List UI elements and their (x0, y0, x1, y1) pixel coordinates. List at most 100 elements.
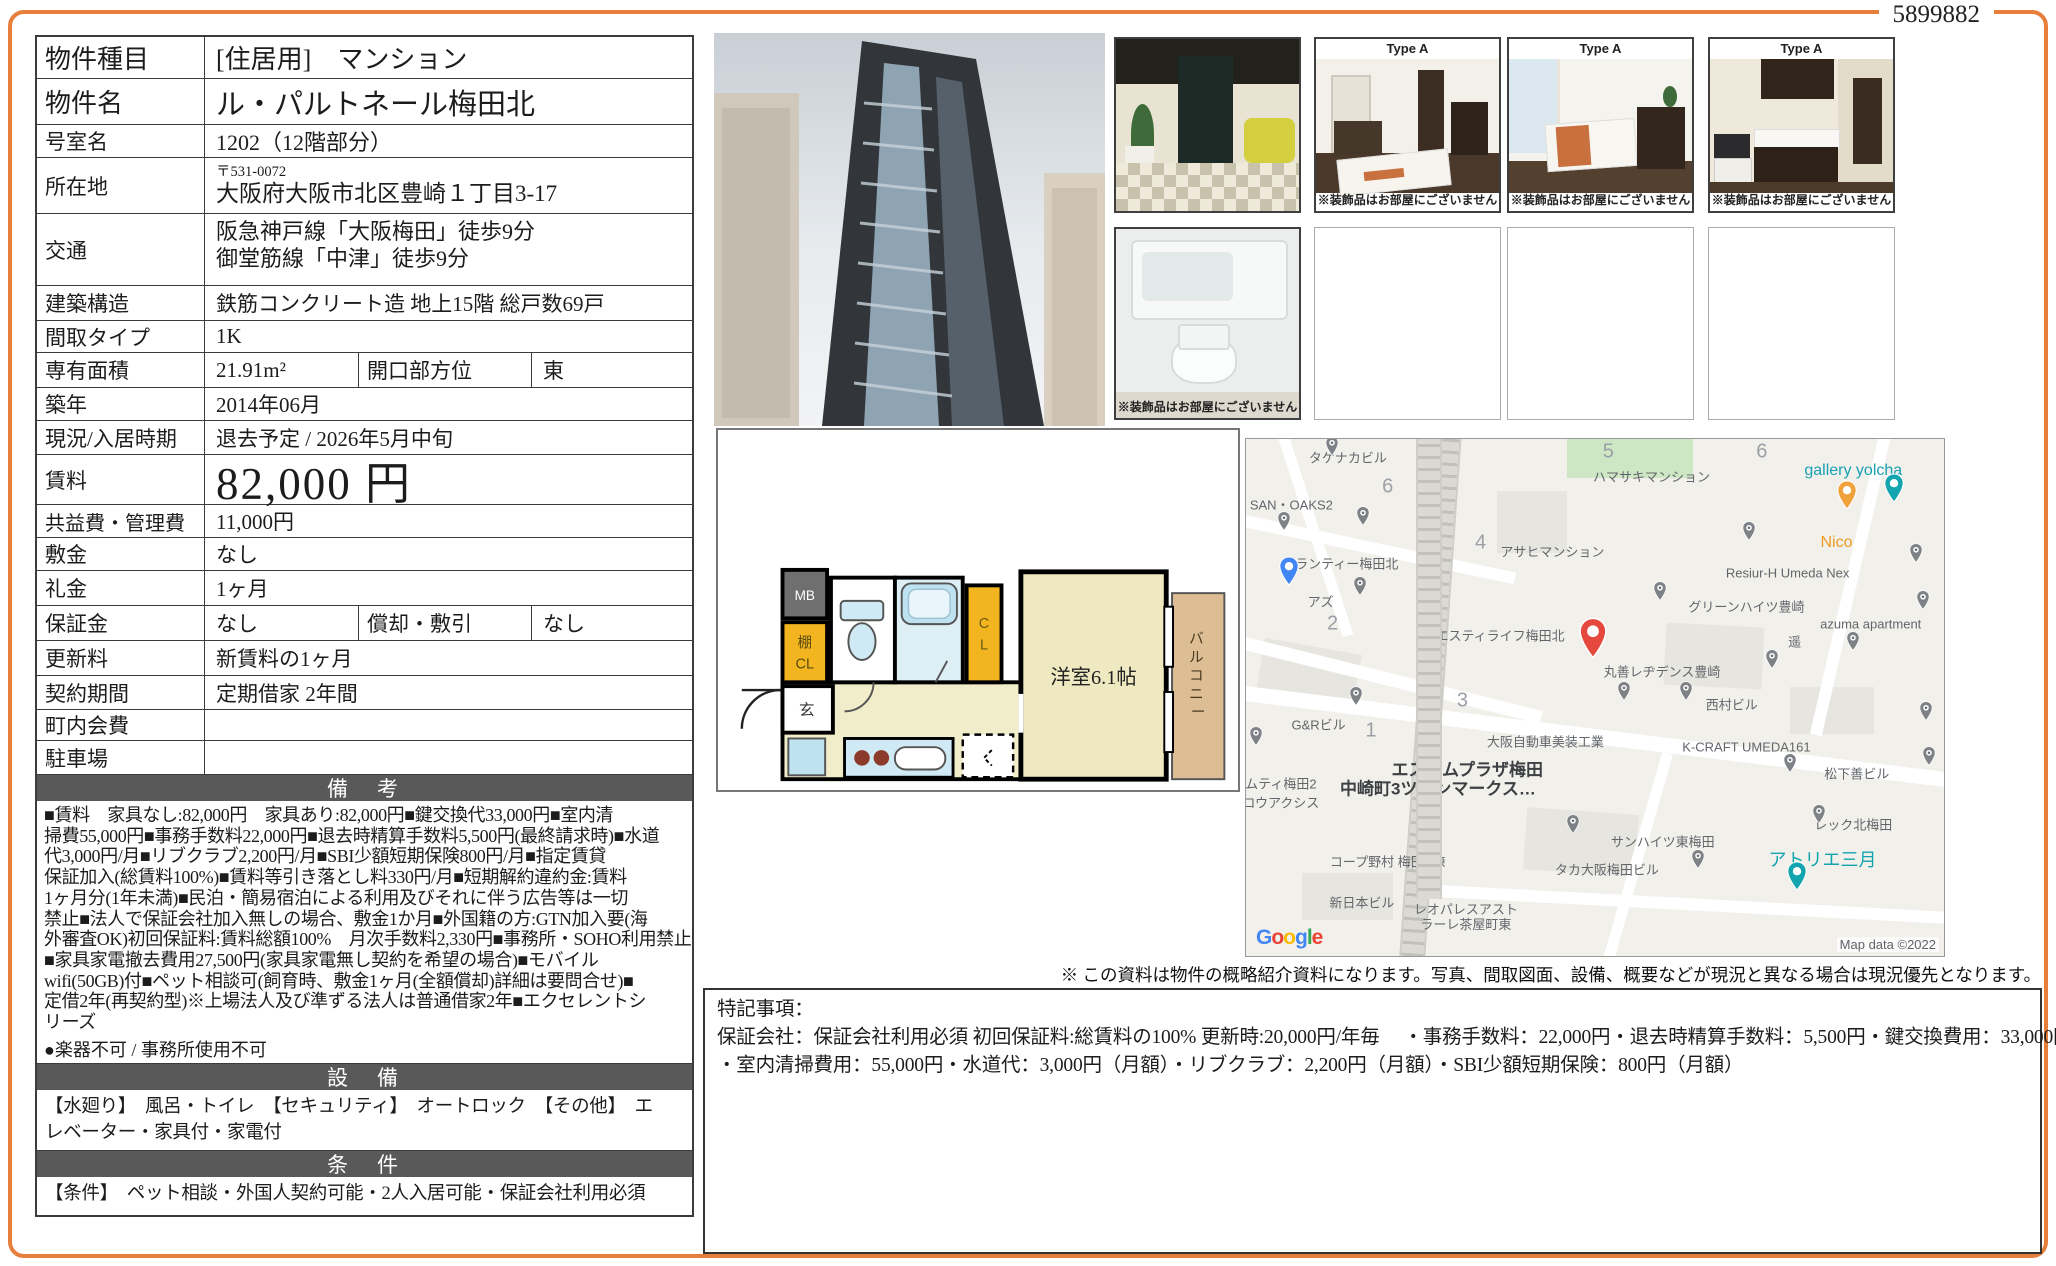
table-row: 駐車場 (37, 740, 692, 774)
table-row: 礼金 1ヶ月 (37, 570, 692, 605)
row-label: 専有面積 (37, 353, 205, 387)
row-label: 更新料 (37, 641, 205, 675)
map-label: アズ (1307, 594, 1334, 610)
map-pin (1356, 506, 1370, 526)
map-label: 2 (1326, 612, 1339, 635)
map-pin (1846, 631, 1860, 651)
table-row: 専有面積 21.91m² 開口部方位 東 (37, 352, 692, 387)
map-pin (1653, 581, 1667, 601)
map-pin (1812, 804, 1826, 825)
map-label: 大阪自動車美装工業 (1486, 734, 1604, 750)
map-pin (1765, 649, 1779, 669)
map-label: アトリエ三月 (1768, 849, 1877, 870)
photo-caption-type: Type A (1579, 41, 1622, 56)
table-row: 物件名 ル・パルトネール梅田北 (37, 78, 692, 124)
postal-code: 〒531-0072 (216, 164, 287, 180)
map-pin (1922, 746, 1936, 766)
row-value: 11,000円 (216, 510, 294, 534)
remarks-line: 外審査OK)初回保証料:賃料総額100% 月次手数料2,330円■事務所・SOH… (44, 929, 692, 950)
table-row: 建築構造 鉄筋コンクリート造 地上15階 総戸数69戸 (37, 285, 692, 320)
row-value: 21.91m² (205, 353, 359, 387)
floorplan-label-genkan: 玄 (799, 701, 815, 719)
row-label: 所在地 (37, 158, 205, 213)
map-label: コウアクシス (1245, 795, 1320, 811)
map-label: JR京都線 (1415, 439, 1442, 900)
map-pin (1909, 543, 1923, 563)
floorplan-label-cl: C (979, 616, 989, 632)
photo-caption-disclaimer: ※装飾品はお部屋にございません (1510, 193, 1691, 207)
row-value (205, 710, 692, 740)
photo-caption-disclaimer: ※装飾品はお部屋にございません (1117, 400, 1298, 414)
floorplan-label-cl: L (980, 637, 988, 653)
map-pin-highlight (1884, 473, 1905, 503)
map-label: アサヒマンション (1500, 544, 1605, 560)
photo-placeholder-empty (1708, 227, 1895, 420)
special-notes-title: 特記事項： (717, 999, 814, 1020)
map-pin (1566, 814, 1580, 834)
table-row: 号室名 1202（12階部分） (37, 124, 692, 157)
row-label-2: 開口部方位 (359, 353, 532, 387)
row-value: なし (216, 543, 258, 567)
map-pin (1617, 681, 1631, 701)
photo-type-a-living: Type A ※装飾品はお部屋にございません (1314, 37, 1501, 213)
map-label: レオパレスアスト ラーレ茶屋町東 (1413, 902, 1518, 933)
row-value-2: なし (543, 612, 585, 636)
map-label: 西村ビル (1705, 697, 1758, 713)
table-row: 契約期間 定期借家 2年間 (37, 675, 692, 709)
row-label: 町内会費 (37, 710, 205, 740)
map-label: タカ大阪梅田ビル (1554, 862, 1659, 878)
photo-caption-disclaimer: ※装飾品はお部屋にございません (1317, 193, 1498, 207)
remarks-line: ■家具家電撤去費用27,500円(家具家電無し契約を希望の場合)■モバイル (44, 949, 599, 970)
map-label: ムティ梅田2 (1245, 776, 1317, 792)
floorplan-label-balcony: バ ル コ ニ ー (1189, 632, 1207, 722)
location-map: Google Map data ©2022 タケナカビル SAN・OAKS2 ハマサ… (1245, 438, 1945, 957)
map-label: Resiur-H Umeda Nex (1725, 565, 1850, 581)
transit-line: 御堂筋線「中津」徒歩9分 (216, 246, 470, 271)
table-row: 共益費・管理費 11,000円 (37, 504, 692, 537)
row-label: 号室名 (37, 125, 205, 157)
row-label: 賃料 (37, 455, 205, 504)
photo-building-exterior (714, 33, 1105, 426)
photo-type-a-bedroom: Type A ※装飾品はお部屋にございません (1507, 37, 1694, 213)
table-row: 所在地 〒531-0072 大阪府大阪市北区豊崎１丁目3-17 (37, 157, 692, 213)
row-value: 〒531-0072 大阪府大阪市北区豊崎１丁目3-17 (205, 158, 692, 213)
map-disclaimer-note: ※ この資料は物件の概略紹介資料になります。写真、間取図面、設備、概要などが現況… (1060, 965, 2041, 985)
row-label: 共益費・管理費 (37, 505, 205, 537)
remarks-text: ■賃料 家具なし:82,000円 家具あり:82,000円■鍵交換代33,000… (37, 801, 692, 1063)
row-label: 敷金 (37, 538, 205, 570)
remarks-line: wifi(50GB)付■ペット相談可(飼育時、敷金1ヶ月(全額償却)詳細は要問合… (44, 970, 634, 991)
map-label: 1 (1365, 719, 1377, 742)
table-row: 更新料 新賃料の1ヶ月 (37, 640, 692, 675)
rent-value: 82,000 円 (216, 459, 413, 509)
map-pin (1916, 589, 1930, 610)
table-row: 賃料 82,000 円 (37, 454, 692, 509)
floorplan-label-mb: MB (795, 588, 815, 603)
row-label: 現況/入居時期 (37, 421, 205, 454)
row-value: [住居用] マンション (216, 45, 468, 74)
row-value: 阪急神戸線「大阪梅田」徒歩9分 御堂筋線「中津」徒歩9分 (205, 214, 692, 285)
row-value: なし (205, 606, 359, 640)
remarks-line: 保証加入(総賃料100%)■賃料等引き落とし料330円/月■短期解約違約金:賃料 (44, 867, 627, 888)
map-pin-highlight (1578, 617, 1607, 659)
row-value: 1K (216, 324, 242, 348)
special-notes-line: 保証会社：保証会社利用必須 初回保証料:総賃料の100% 更新時:20,000円… (717, 1027, 2056, 1048)
map-pin-highlight (1836, 480, 1857, 511)
map-pin (1783, 753, 1797, 773)
property-flyer-page: 5899882 物件種目 [住居用] マンション 物件名 ル・パルトネール梅田北… (0, 0, 2056, 1266)
remarks-line: 代3,000円/月■リブクラブ2,200円/月■SBI少額短期保険800円/月■… (44, 846, 607, 867)
table-row: 物件種目 [住居用] マンション (37, 37, 692, 78)
row-label: 築年 (37, 388, 205, 420)
remarks-line: リーズ (44, 1012, 96, 1033)
map-label: 6 (1756, 440, 1768, 463)
map-label: 5 (1602, 440, 1614, 463)
row-label-2: 償却・敷引 (359, 606, 532, 640)
map-pin (1919, 701, 1933, 721)
map-label: SAN・OAKS2 (1249, 497, 1333, 513)
map-label: グリーンハイツ豊崎 (1688, 599, 1805, 615)
property-table: 物件種目 [住居用] マンション 物件名 ル・パルトネール梅田北 号室名 120… (35, 35, 694, 1217)
map-label: エスティライフ梅田北 (1435, 628, 1565, 644)
row-label: 物件種目 (37, 37, 205, 78)
equipment-text: 【水廻り】 風呂・トイレ 【セキュリティ】 オートロック 【その他】 エ レベー… (37, 1090, 692, 1150)
remarks-line: ■賃料 家具なし:82,000円 家具あり:82,000円■鍵交換代33,000… (44, 805, 614, 825)
conditions-line: 【条件】 ペット相談・外国人契約可能・2人入居可能・保証会社利用必須 (45, 1183, 646, 1204)
